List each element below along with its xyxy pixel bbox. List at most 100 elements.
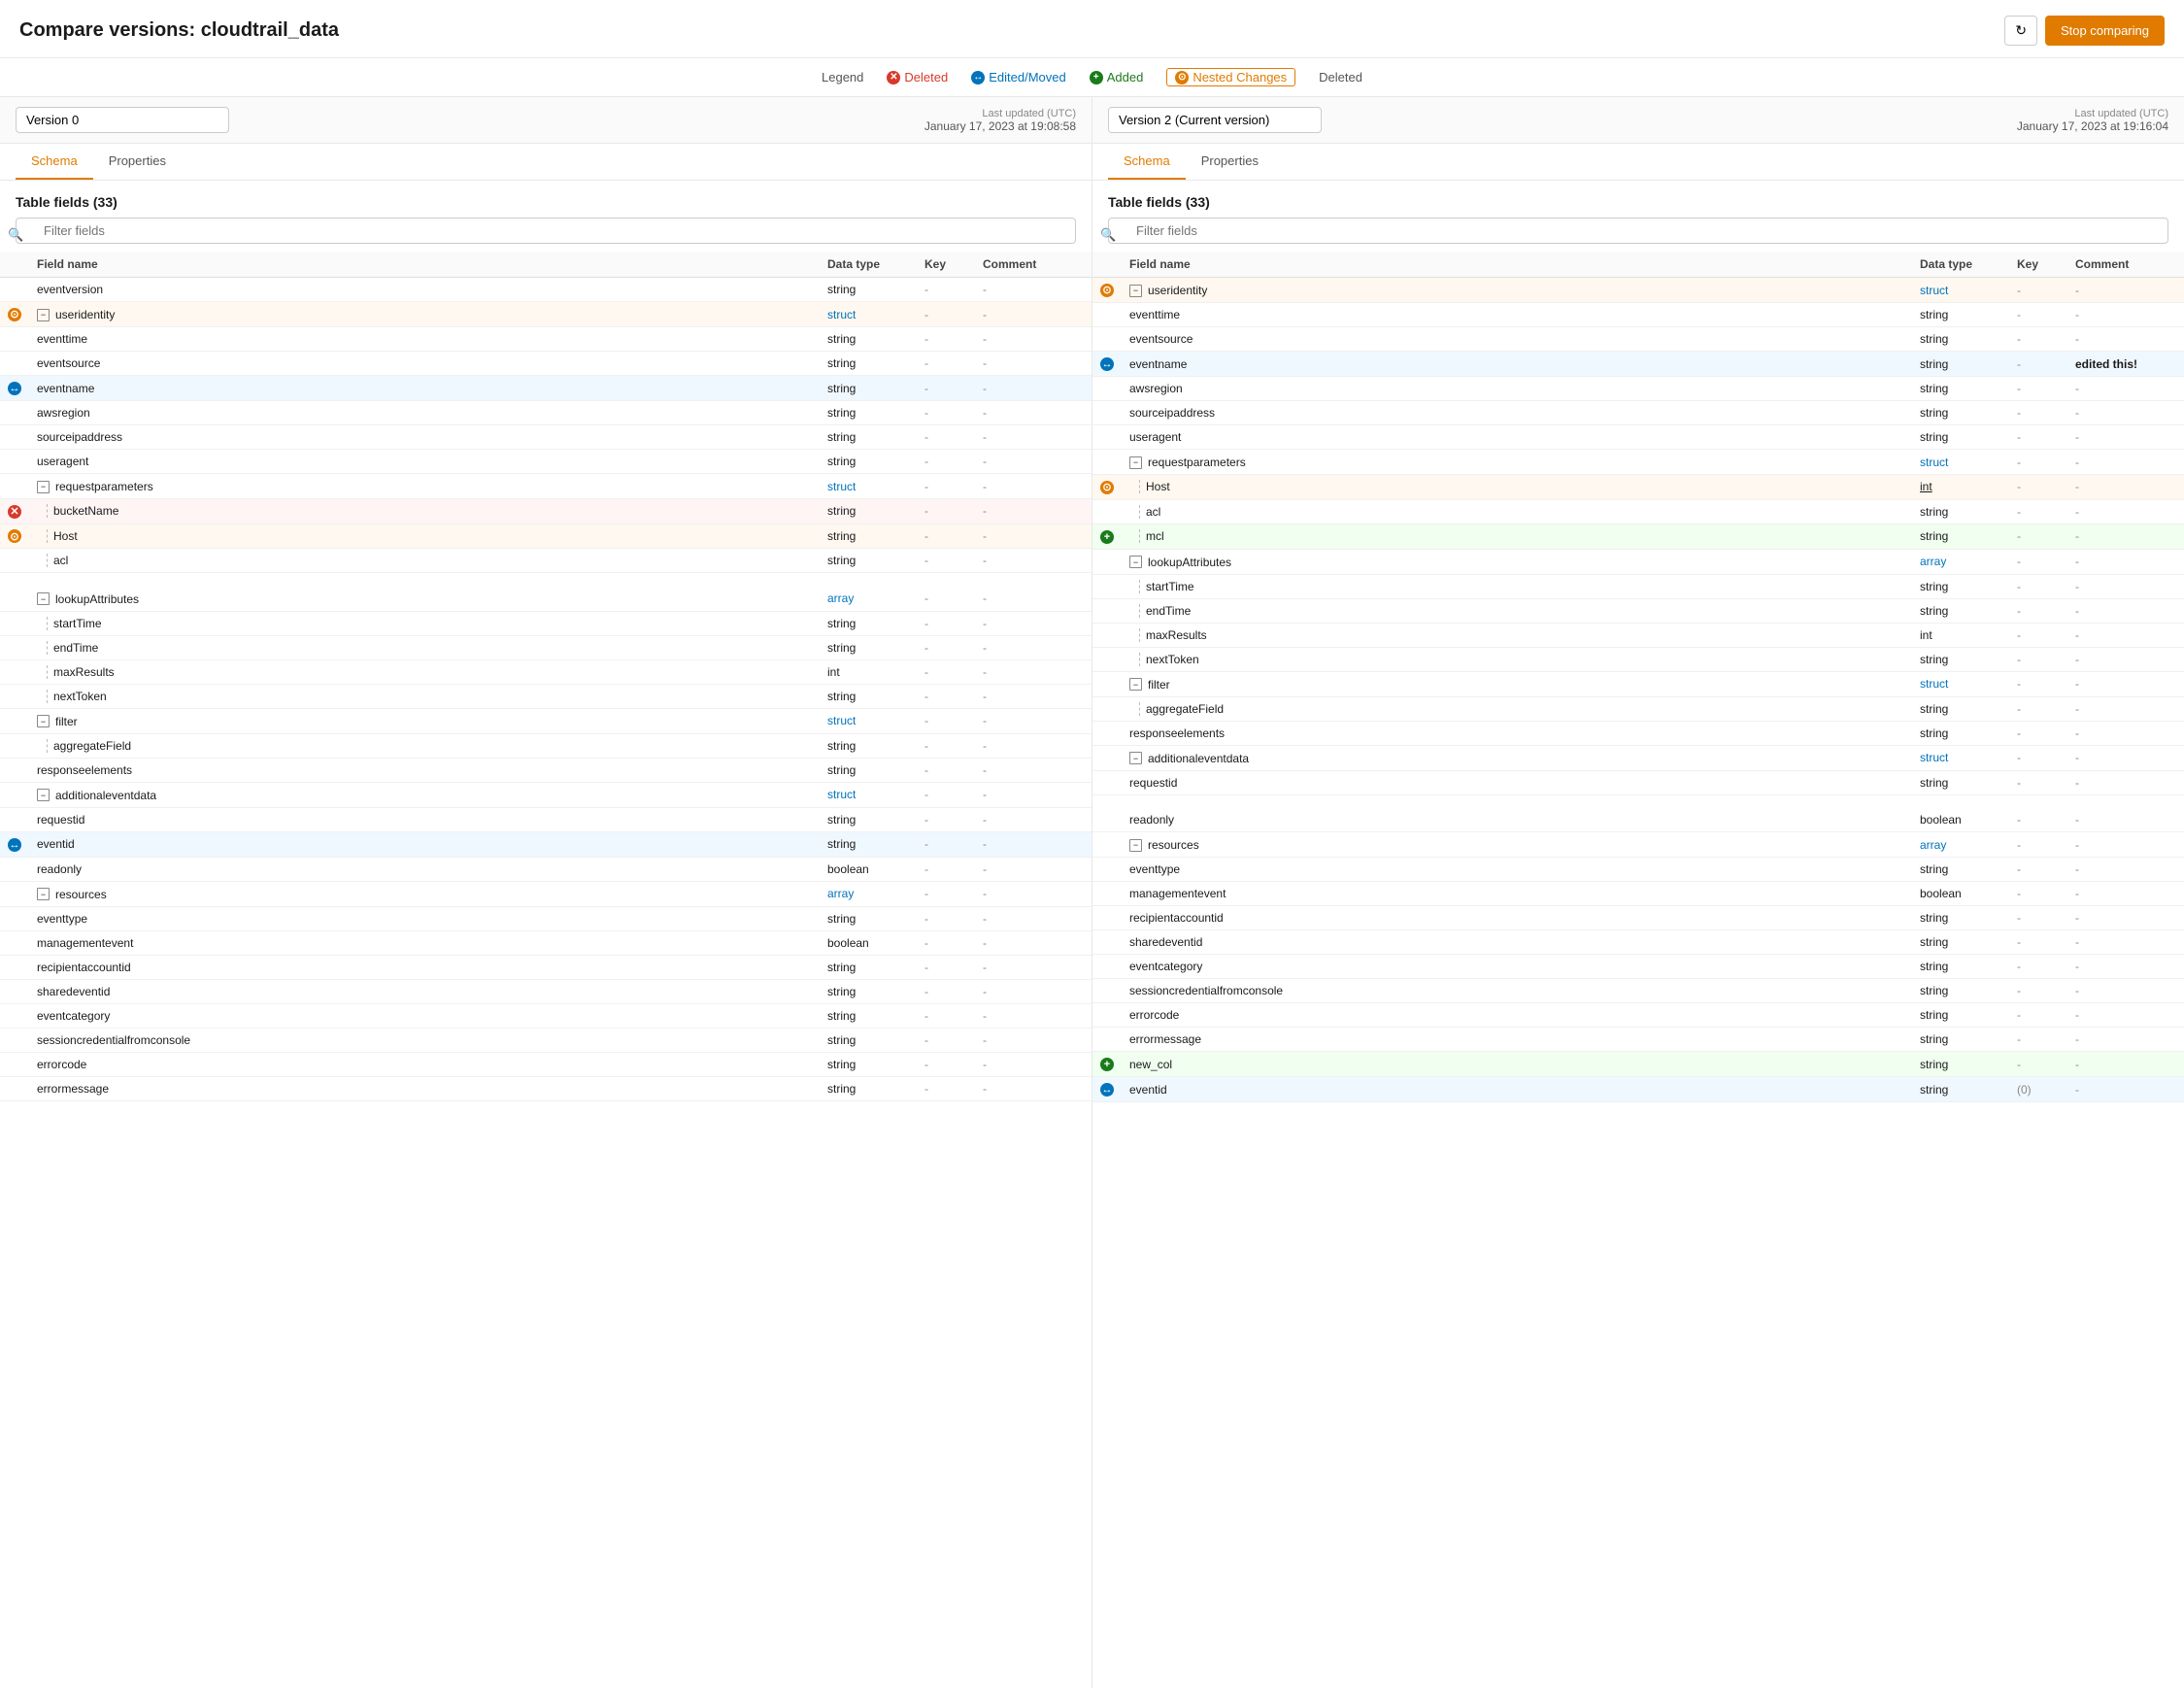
row-key-cell: - [2009,598,2067,623]
row-dtype-cell: boolean [820,857,917,881]
row-flag-cell [0,1028,29,1052]
table-row: maxResultsint-- [1092,623,2184,647]
row-name-cell: new_col [1122,1052,1912,1077]
table-row: useragentstring-- [1092,425,2184,450]
row-flag-cell [0,1052,29,1076]
row-comment-cell: - [975,1076,1092,1100]
row-name-cell: −requestparameters [1122,450,1912,475]
left-version-select[interactable]: Version 0 [16,107,229,133]
row-key-cell: - [917,1076,975,1100]
right-version-select[interactable]: Version 2 (Current version) [1108,107,1322,133]
right-version-select-wrap: Version 2 (Current version) [1108,107,1322,133]
table-row: endTimestring-- [1092,598,2184,623]
row-dtype-cell: string [820,733,917,758]
row-comment-cell: - [975,611,1092,635]
row-key-cell: - [917,635,975,659]
table-row: −filterstruct-- [0,708,1092,733]
row-dtype-cell: string [820,1028,917,1052]
left-tab-schema[interactable]: Schema [16,144,93,180]
row-dtype-cell: string [820,807,917,831]
row-key-cell: - [2009,1003,2067,1028]
left-updated-label: Last updated (UTC) [924,108,1076,119]
row-key-cell: - [2009,647,2067,671]
row-key-cell: - [2009,450,2067,475]
row-dtype-cell: string [820,278,917,302]
stop-comparing-button[interactable]: Stop comparing [2045,16,2165,46]
left-tab-properties[interactable]: Properties [93,144,182,180]
row-dtype-cell: string [1912,425,2009,450]
row-key-cell: - [917,549,975,573]
row-key-cell: - [2009,377,2067,401]
row-comment-cell: - [2067,303,2184,327]
row-key-cell: - [917,450,975,474]
row-comment-cell: - [975,684,1092,708]
row-flag-cell: ⊙ [0,302,29,327]
row-flag-cell [1092,832,1122,858]
legend-added-label: Added [1107,70,1144,84]
left-panel-tabs: Schema Properties [0,144,1092,181]
table-row: nextTokenstring-- [0,684,1092,708]
row-dtype-cell: string [1912,574,2009,598]
row-dtype-cell: array [1912,549,2009,574]
row-name-cell: sourceipaddress [29,425,820,450]
row-dtype-cell: string [820,450,917,474]
row-key-cell: - [917,708,975,733]
left-filter-input[interactable] [16,218,1076,244]
row-name-cell: acl [29,549,820,573]
row-flag-cell [0,906,29,930]
row-comment-cell: - [2067,278,2184,303]
right-tab-schema[interactable]: Schema [1108,144,1186,180]
row-name-cell: errormessage [29,1076,820,1100]
table-row: errorcodestring-- [0,1052,1092,1076]
row-comment-cell: - [975,708,1092,733]
row-dtype-cell: struct [1912,278,2009,303]
row-flag-cell: ↔ [1092,352,1122,377]
left-col-flag [0,252,29,278]
legend-deleted-label: Deleted [904,70,948,84]
row-name-cell: maxResults [29,659,820,684]
row-comment-cell: - [2067,574,2184,598]
legend-plain-label: Deleted [1319,70,1362,84]
row-comment-cell: - [975,1052,1092,1076]
row-comment-cell: - [975,1028,1092,1052]
row-flag-cell: ⊙ [1092,475,1122,500]
row-name-cell: readonly [29,857,820,881]
row-flag-cell [0,635,29,659]
row-flag-cell [0,587,29,612]
table-row: readonlyboolean-- [1092,808,2184,832]
row-flag-cell [0,881,29,906]
row-comment-cell: - [2067,401,2184,425]
legend-added: + Added [1090,70,1144,84]
row-flag-cell [0,450,29,474]
row-flag-cell [0,758,29,782]
row-name-cell: managementevent [1122,882,1912,906]
row-comment-cell: - [975,906,1092,930]
row-key-cell: - [917,979,975,1003]
right-tab-properties[interactable]: Properties [1186,144,1274,180]
row-dtype-cell: array [820,881,917,906]
table-row: ↔eventnamestring-- [0,376,1092,401]
row-name-cell: −additionaleventdata [29,782,820,807]
row-flag-cell: + [1092,1052,1122,1077]
row-name-cell: sharedeventid [1122,930,1912,955]
row-key-cell: - [2009,327,2067,352]
row-flag-cell [1092,882,1122,906]
table-row: responseelementsstring-- [1092,721,2184,745]
row-dtype-cell: string [820,635,917,659]
row-comment-cell: - [2067,475,2184,500]
row-comment-cell: edited this! [2067,352,2184,377]
row-name-cell: maxResults [1122,623,1912,647]
right-filter-input[interactable] [1108,218,2168,244]
row-name-cell: useragent [1122,425,1912,450]
table-row: eventtypestring-- [1092,858,2184,882]
row-comment-cell: - [2067,671,2184,696]
row-name-cell: eventsource [29,352,820,376]
row-name-cell: eventversion [29,278,820,302]
table-row: errorcodestring-- [1092,1003,2184,1028]
table-row: useragentstring-- [0,450,1092,474]
row-name-cell: −filter [1122,671,1912,696]
refresh-button[interactable]: ↻ [2004,16,2037,46]
row-comment-cell: - [2067,721,2184,745]
row-comment-cell: - [975,782,1092,807]
row-dtype-cell: string [1912,858,2009,882]
